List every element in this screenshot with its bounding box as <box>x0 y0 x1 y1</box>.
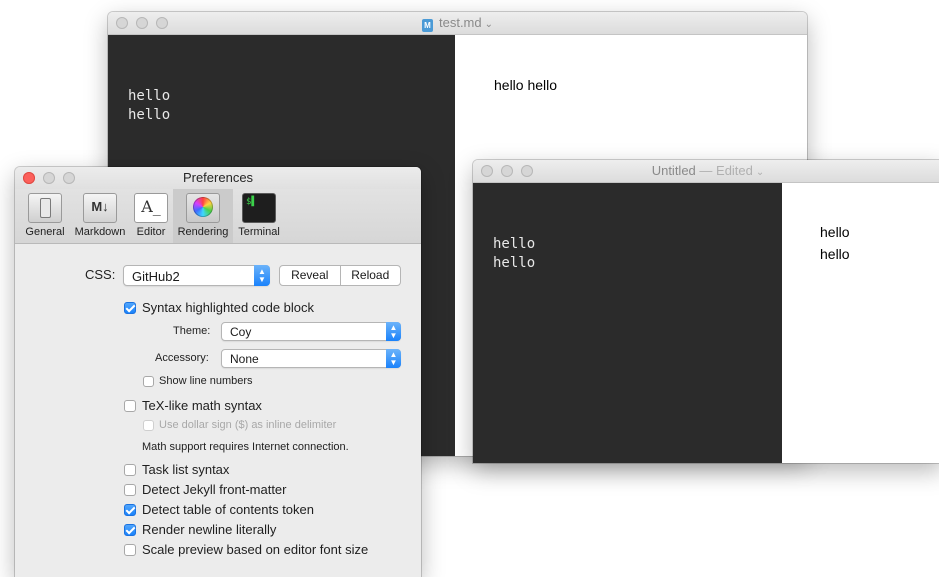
titlebar[interactable]: Preferences <box>15 167 421 189</box>
accessory-label: Accessory: <box>155 352 209 364</box>
minimize-button[interactable] <box>501 165 513 177</box>
css-select[interactable]: GitHub2 ▲ ▼ <box>123 265 270 286</box>
chevron-up-down-icon: ▲ ▼ <box>386 349 401 368</box>
window-controls <box>481 165 533 177</box>
chevron-up-down-icon: ▲ ▼ <box>254 265 270 286</box>
text-editor-icon: A_ <box>134 193 168 223</box>
reveal-button[interactable]: Reveal <box>280 266 341 285</box>
line-numbers-label[interactable]: Show line numbers <box>159 375 253 387</box>
minimize-button[interactable] <box>136 17 148 29</box>
preview-pane: hello hello <box>782 183 939 463</box>
tab-label: General <box>25 226 65 238</box>
window-title[interactable]: test.md <box>439 15 482 30</box>
window-controls <box>23 172 75 184</box>
toc-token-label[interactable]: Detect table of contents token <box>142 502 314 517</box>
minimize-button[interactable] <box>43 172 55 184</box>
editor-line: hello <box>128 107 171 123</box>
tab-editor[interactable]: A_ Editor <box>129 189 173 243</box>
editor-content[interactable]: hello hello <box>493 235 535 273</box>
switch-icon <box>28 193 62 223</box>
tex-math-checkbox[interactable] <box>124 400 136 412</box>
editor-line: hello <box>493 236 536 252</box>
editor-pane[interactable]: hello hello <box>473 183 782 463</box>
css-actions: Reveal Reload <box>279 265 401 286</box>
preferences-window: Preferences General M↓ Markdown A_ Edito… <box>15 167 421 577</box>
math-note: Math support requires Internet connectio… <box>142 441 349 453</box>
line-numbers-checkbox[interactable] <box>143 376 154 387</box>
css-label: CSS: <box>85 267 116 282</box>
markdown-file-icon: M <box>421 19 433 32</box>
accessory-select[interactable]: None ▲ ▼ <box>221 349 401 368</box>
preview-paragraph: hello hello <box>494 77 558 93</box>
preferences-toolbar: General M↓ Markdown A_ Editor Rendering … <box>15 189 421 244</box>
tab-general[interactable]: General <box>21 189 69 243</box>
window-title: Preferences <box>182 170 254 185</box>
tex-math-label[interactable]: TeX-like math syntax <box>142 398 262 413</box>
reload-button[interactable]: Reload <box>341 266 401 285</box>
zoom-button[interactable] <box>156 17 168 29</box>
chevron-down-icon[interactable]: ⌄ <box>485 19 493 30</box>
window-title[interactable]: Untitled <box>652 163 696 178</box>
tab-label: Terminal <box>238 226 280 238</box>
tab-label: Editor <box>136 226 166 238</box>
newline-literal-checkbox[interactable] <box>124 524 136 536</box>
editor-line: hello <box>493 255 536 271</box>
close-button[interactable] <box>23 172 35 184</box>
scale-preview-label[interactable]: Scale preview based on editor font size <box>142 542 368 557</box>
markdown-icon: M↓ <box>83 193 117 223</box>
chevron-down-icon[interactable]: ⌄ <box>756 167 764 178</box>
edited-indicator: — Edited <box>699 163 753 178</box>
theme-label: Theme: <box>173 325 211 337</box>
close-button[interactable] <box>116 17 128 29</box>
close-button[interactable] <box>481 165 493 177</box>
scale-preview-checkbox[interactable] <box>124 544 136 556</box>
task-list-label[interactable]: Task list syntax <box>142 462 229 477</box>
preview-paragraph: hello <box>820 224 850 240</box>
tab-markdown[interactable]: M↓ Markdown <box>71 189 129 243</box>
preview-paragraph: hello <box>820 246 850 262</box>
zoom-button[interactable] <box>63 172 75 184</box>
titlebar[interactable]: Mtest.md ⌄ <box>108 12 807 35</box>
css-select-value: GitHub2 <box>132 269 180 284</box>
editor-content[interactable]: hello hello <box>128 87 170 125</box>
chevron-up-down-icon: ▲ ▼ <box>386 322 401 341</box>
zoom-button[interactable] <box>521 165 533 177</box>
color-wheel-icon <box>186 193 220 223</box>
terminal-icon: $▌ <box>242 193 276 223</box>
newline-literal-label[interactable]: Render newline literally <box>142 522 276 537</box>
tab-label: Markdown <box>74 226 126 238</box>
accessory-select-value: None <box>230 352 259 366</box>
jekyll-front-matter-label[interactable]: Detect Jekyll front-matter <box>142 482 287 497</box>
jekyll-front-matter-checkbox[interactable] <box>124 484 136 496</box>
tab-terminal[interactable]: $▌ Terminal <box>233 189 285 243</box>
theme-select[interactable]: Coy ▲ ▼ <box>221 322 401 341</box>
tab-label: Rendering <box>177 226 229 238</box>
dollar-delimiter-checkbox[interactable] <box>143 420 154 431</box>
theme-select-value: Coy <box>230 325 252 339</box>
syntax-highlight-checkbox[interactable] <box>124 302 136 314</box>
toc-token-checkbox[interactable] <box>124 504 136 516</box>
tab-rendering[interactable]: Rendering <box>173 189 233 243</box>
syntax-highlight-label[interactable]: Syntax highlighted code block <box>142 300 314 315</box>
dollar-delimiter-label: Use dollar sign ($) as inline delimiter <box>159 419 337 431</box>
titlebar[interactable]: Untitled — Edited ⌄ <box>473 160 939 183</box>
task-list-checkbox[interactable] <box>124 464 136 476</box>
document-window-untitled: Untitled — Edited ⌄ hello hello hello hel… <box>473 160 939 463</box>
window-controls <box>116 17 168 29</box>
editor-line: hello <box>128 88 171 104</box>
